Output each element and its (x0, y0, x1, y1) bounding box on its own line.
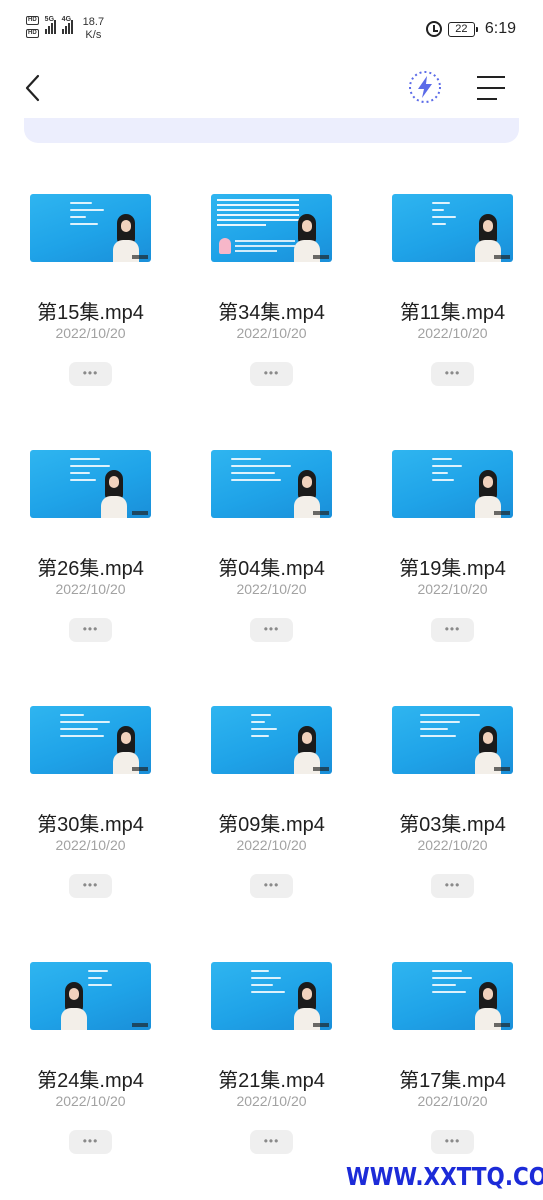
file-tile[interactable]: 第11集.mp4 2022/10/20 ••• (362, 194, 543, 450)
file-date: 2022/10/20 (55, 1093, 126, 1109)
file-name: 第11集.mp4 (399, 302, 506, 324)
network-speed: 18.7 K/s (82, 16, 105, 41)
video-thumbnail[interactable] (211, 194, 332, 262)
file-tile[interactable]: 第21集.mp4 2022/10/20 ••• (181, 962, 362, 1200)
more-options-button[interactable]: ••• (431, 1130, 474, 1154)
sim-indicators: HD HD (26, 16, 39, 38)
more-options-button[interactable]: ••• (250, 618, 293, 642)
video-thumbnail[interactable] (211, 450, 332, 518)
file-name: 第19集.mp4 (399, 558, 506, 580)
more-options-button[interactable]: ••• (69, 874, 112, 898)
status-left: HD HD 5G 4G 18.7 K/s (26, 16, 104, 42)
file-name: 第15集.mp4 (37, 302, 144, 324)
hamburger-menu-icon (477, 76, 505, 100)
signal-icon-2: 4G (61, 16, 73, 34)
lightning-icon (409, 71, 441, 103)
file-tile[interactable]: 第04集.mp4 2022/10/20 ••• (181, 450, 362, 706)
more-options-button[interactable]: ••• (250, 362, 293, 386)
file-name: 第30集.mp4 (37, 814, 144, 836)
file-date: 2022/10/20 (417, 581, 488, 597)
file-name: 第26集.mp4 (37, 558, 144, 580)
file-tile[interactable]: 第34集.mp4 2022/10/20 ••• (181, 194, 362, 450)
status-right: 22 6:19 (425, 20, 516, 38)
file-date: 2022/10/20 (236, 837, 307, 853)
more-options-button[interactable]: ••• (69, 362, 112, 386)
file-name: 第17集.mp4 (399, 1070, 506, 1092)
file-date: 2022/10/20 (236, 581, 307, 597)
more-options-button[interactable]: ••• (250, 874, 293, 898)
collapsed-search-bar[interactable] (24, 118, 519, 143)
video-thumbnail[interactable] (30, 450, 151, 518)
sim2-hd-icon: HD (26, 29, 39, 38)
file-tile[interactable]: 第26集.mp4 2022/10/20 ••• (0, 450, 181, 706)
clock: 6:19 (484, 20, 516, 37)
more-options-button[interactable]: ••• (431, 362, 474, 386)
file-date: 2022/10/20 (236, 1093, 307, 1109)
file-date: 2022/10/20 (236, 325, 307, 341)
video-thumbnail[interactable] (392, 706, 513, 774)
file-date: 2022/10/20 (55, 581, 126, 597)
file-tile[interactable]: 第09集.mp4 2022/10/20 ••• (181, 706, 362, 962)
file-date: 2022/10/20 (55, 837, 126, 853)
video-thumbnail[interactable] (392, 194, 513, 262)
file-name: 第34集.mp4 (218, 302, 325, 324)
video-thumbnail[interactable] (30, 962, 151, 1030)
file-date: 2022/10/20 (417, 837, 488, 853)
more-options-button[interactable]: ••• (431, 618, 474, 642)
file-tile[interactable]: 第19集.mp4 2022/10/20 ••• (362, 450, 543, 706)
menu-button[interactable] (476, 75, 506, 101)
video-thumbnail[interactable] (211, 962, 332, 1030)
chevron-left-icon (25, 74, 40, 102)
signal-icon-1: 5G (44, 16, 56, 34)
file-name: 第03集.mp4 (399, 814, 506, 836)
flash-transfer-button[interactable] (408, 70, 442, 104)
video-thumbnail[interactable] (392, 450, 513, 518)
back-button[interactable] (22, 72, 48, 104)
file-name: 第21集.mp4 (218, 1070, 325, 1092)
more-options-button[interactable]: ••• (431, 874, 474, 898)
file-date: 2022/10/20 (55, 325, 126, 341)
file-tile[interactable]: 第24集.mp4 2022/10/20 ••• (0, 962, 181, 1200)
battery-icon: 22 (447, 21, 478, 37)
site-watermark: WWW.XXTTQ.COM (346, 1162, 543, 1191)
more-options-button[interactable]: ••• (69, 1130, 112, 1154)
status-bar: HD HD 5G 4G 18.7 K/s 22 6:19 (0, 0, 543, 60)
file-date: 2022/10/20 (417, 1093, 488, 1109)
file-tile[interactable]: 第03集.mp4 2022/10/20 ••• (362, 706, 543, 962)
file-date: 2022/10/20 (417, 325, 488, 341)
alarm-icon (425, 21, 442, 37)
file-tile[interactable]: 第15集.mp4 2022/10/20 ••• (0, 194, 181, 450)
video-thumbnail[interactable] (211, 706, 332, 774)
file-tile[interactable]: 第30集.mp4 2022/10/20 ••• (0, 706, 181, 962)
file-name: 第24集.mp4 (37, 1070, 144, 1092)
video-thumbnail[interactable] (30, 706, 151, 774)
video-thumbnail[interactable] (392, 962, 513, 1030)
file-name: 第09集.mp4 (218, 814, 325, 836)
file-name: 第04集.mp4 (218, 558, 325, 580)
more-options-button[interactable]: ••• (69, 618, 112, 642)
sim1-hd-icon: HD (26, 16, 39, 25)
video-thumbnail[interactable] (30, 194, 151, 262)
more-options-button[interactable]: ••• (250, 1130, 293, 1154)
